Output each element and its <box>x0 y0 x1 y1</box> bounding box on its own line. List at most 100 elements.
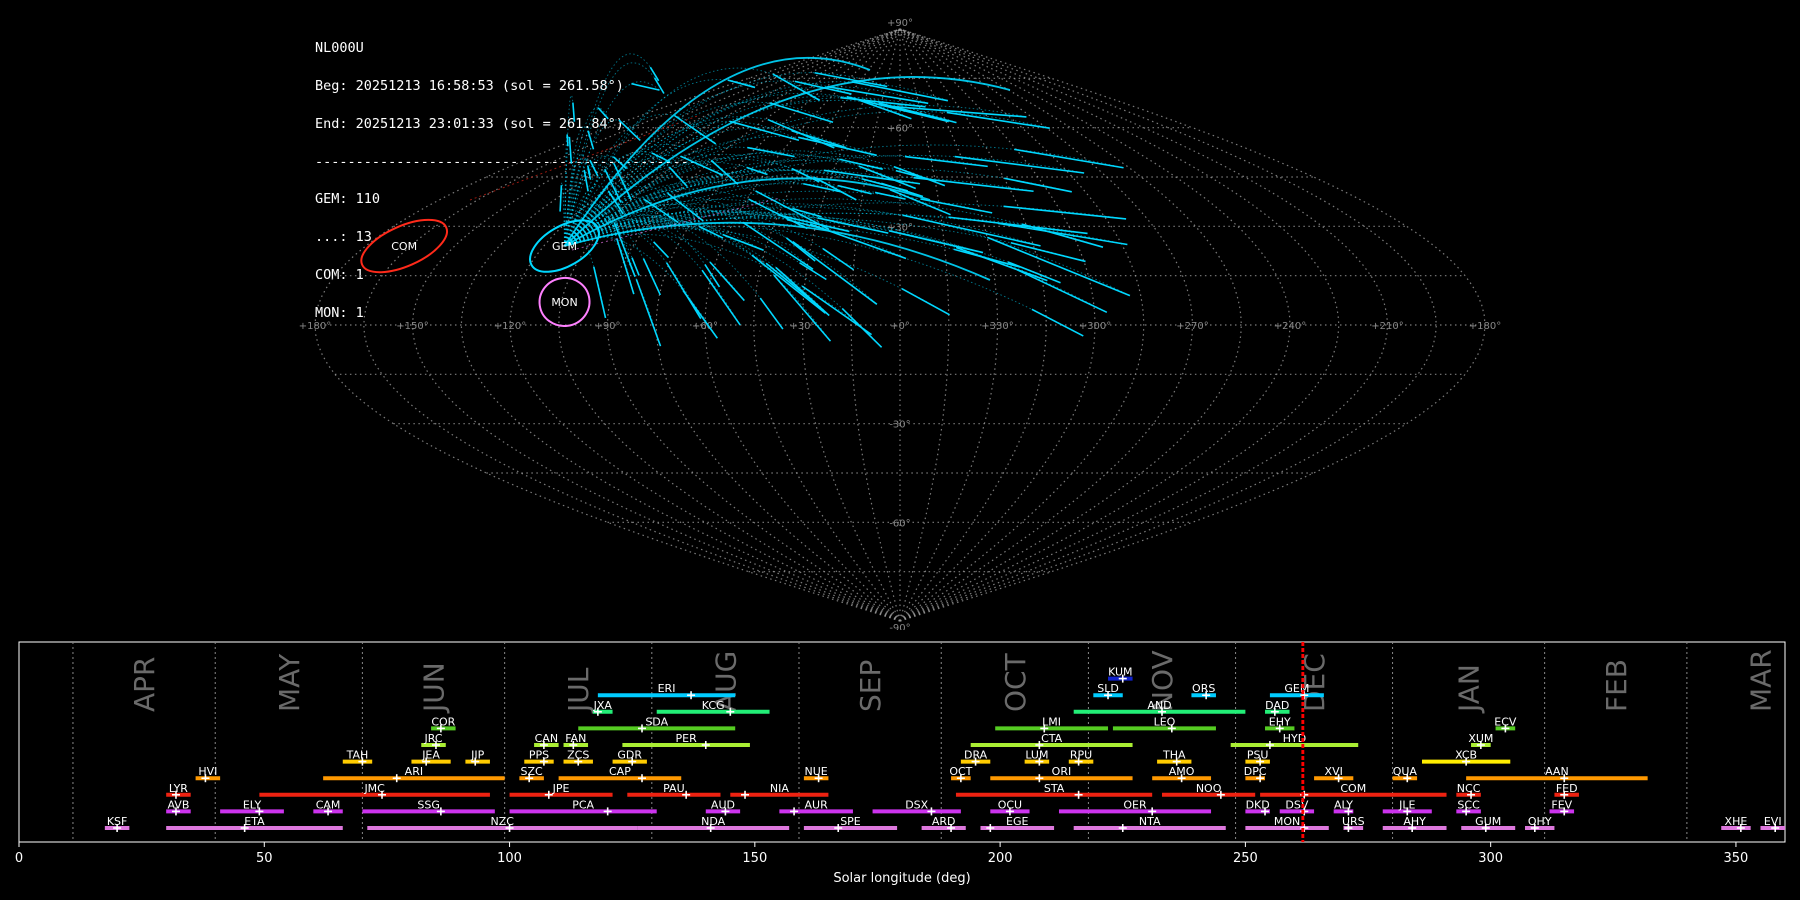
shower-label: PSU <box>1247 749 1269 762</box>
shower-label: OHY <box>1528 815 1552 828</box>
shower-label: JXA <box>593 699 613 712</box>
shower-leo: LEO <box>1112 715 1216 733</box>
trail-path <box>564 154 591 247</box>
shower-nda: NDA <box>637 815 790 832</box>
shower-label: XVI <box>1325 765 1343 778</box>
shower-label: EGE <box>1006 815 1028 828</box>
meteor-segment <box>568 136 573 164</box>
shower-psu: PSU <box>1245 749 1270 766</box>
lon-tick-label: +330° <box>981 321 1013 332</box>
shower-sda: SDA <box>578 715 736 733</box>
shower-label: KUM <box>1108 666 1132 679</box>
shower-label: NCC <box>1457 782 1481 795</box>
shower-jea: JEA <box>411 749 451 766</box>
shower-label: NTA <box>1139 815 1161 828</box>
shower-ohy: OHY <box>1525 815 1555 832</box>
month-label: MAR <box>1744 649 1777 712</box>
shower-label: DSX <box>905 798 928 811</box>
trail-path <box>564 213 1061 284</box>
shower-ssg: SSG <box>362 798 495 816</box>
shower-spe: SPE <box>803 815 898 832</box>
shower-ncc: NCC <box>1456 782 1481 799</box>
shower-fan: FAN <box>563 732 589 749</box>
shower-jxa: JXA <box>593 699 613 716</box>
shower-label: EVI <box>1764 815 1782 828</box>
shower-aly: ALY <box>1333 798 1354 816</box>
x-tick-label: 350 <box>1724 851 1749 866</box>
shower-label: XHE <box>1725 815 1748 828</box>
shower-label: AND <box>1147 699 1171 712</box>
shower-label: NIA <box>770 782 789 795</box>
shower-label: JMC <box>363 782 385 795</box>
shower-dad: DAD <box>1265 699 1290 716</box>
meteor-segment <box>798 136 877 157</box>
shower-per: PER <box>622 732 750 749</box>
shower-pps: PPS <box>524 749 554 766</box>
shower-label: NDA <box>701 815 726 828</box>
lat-tick-label: -90° <box>889 623 910 630</box>
meteor-segment <box>1014 148 1124 169</box>
shower-dsx: DSX <box>872 798 961 816</box>
radiant-label: MON <box>551 296 577 309</box>
shower-label: DRA <box>964 749 988 762</box>
shower-ari: ARI <box>323 765 505 783</box>
shower-label: RPU <box>1070 749 1092 762</box>
trail-path <box>564 213 784 330</box>
shower-label: CTA <box>1041 732 1063 745</box>
shower-label: SDA <box>645 715 668 728</box>
shower-xcb: XCB <box>1421 749 1511 766</box>
shower-label: KSF <box>107 815 128 828</box>
shower-label: PAU <box>663 782 685 795</box>
shower-sld: SLD <box>1093 682 1123 700</box>
lon-tick-label: +0° <box>890 321 910 332</box>
shower-fed: FED <box>1554 782 1579 799</box>
shower-label: AHY <box>1403 815 1426 828</box>
shower-label: DAD <box>1265 699 1289 712</box>
meteor-segment <box>642 258 662 296</box>
meteor-segment <box>759 297 784 330</box>
shower-scc: SCC <box>1456 798 1481 816</box>
shower-cta: CTA <box>970 732 1133 749</box>
shower-pca: PCA <box>509 798 657 816</box>
shower-qua: QUA <box>1392 765 1417 783</box>
lat-tick-label: -60° <box>889 518 910 529</box>
shower-label: ELY <box>243 798 262 811</box>
shower-dsv: DSV <box>1279 798 1315 816</box>
shower-label: SCC <box>1457 798 1480 811</box>
shower-label: AMO <box>1169 765 1195 778</box>
shower-label: LMI <box>1042 715 1061 728</box>
shower-label: NUE <box>805 765 828 778</box>
shower-label: PER <box>676 732 698 745</box>
meteor-segment <box>559 185 563 212</box>
meteor-segment <box>729 120 800 142</box>
lon-tick-label: +300° <box>1079 321 1111 332</box>
month-label: APR <box>128 657 161 713</box>
shower-cor: COR <box>431 715 456 733</box>
meteor-segment <box>653 77 665 94</box>
shower-hyd: HYD <box>1230 732 1359 749</box>
shower-rpu: RPU <box>1068 749 1094 766</box>
shower-label: FAN <box>565 732 586 745</box>
shower-label: AAN <box>1545 765 1569 778</box>
meteor-segment <box>566 134 569 147</box>
x-tick-label: 300 <box>1478 851 1503 866</box>
meteor-segment <box>593 266 607 319</box>
month-label: FEB <box>1600 659 1633 712</box>
shower-jle: JLE <box>1382 798 1432 816</box>
shower-dra: DRA <box>960 749 991 766</box>
shower-label: GUM <box>1475 815 1501 828</box>
shower-lum: LUM <box>1024 749 1050 766</box>
shower-ege: EGE <box>980 815 1055 832</box>
shower-label: URS <box>1342 815 1365 828</box>
shower-label: XCB <box>1455 749 1477 762</box>
lon-tick-label: +30° <box>789 321 815 332</box>
shower-can: CAN <box>534 732 559 749</box>
shower-label: LYR <box>169 782 188 795</box>
shower-ehy: EHY <box>1265 715 1295 733</box>
shower-label: COR <box>431 715 455 728</box>
shower-label: PCA <box>572 798 594 811</box>
shower-evi: EVI <box>1760 815 1785 832</box>
x-tick-label: 200 <box>988 851 1013 866</box>
shower-amo: AMO <box>1152 765 1212 783</box>
shower-ecv: ECV <box>1494 715 1517 733</box>
